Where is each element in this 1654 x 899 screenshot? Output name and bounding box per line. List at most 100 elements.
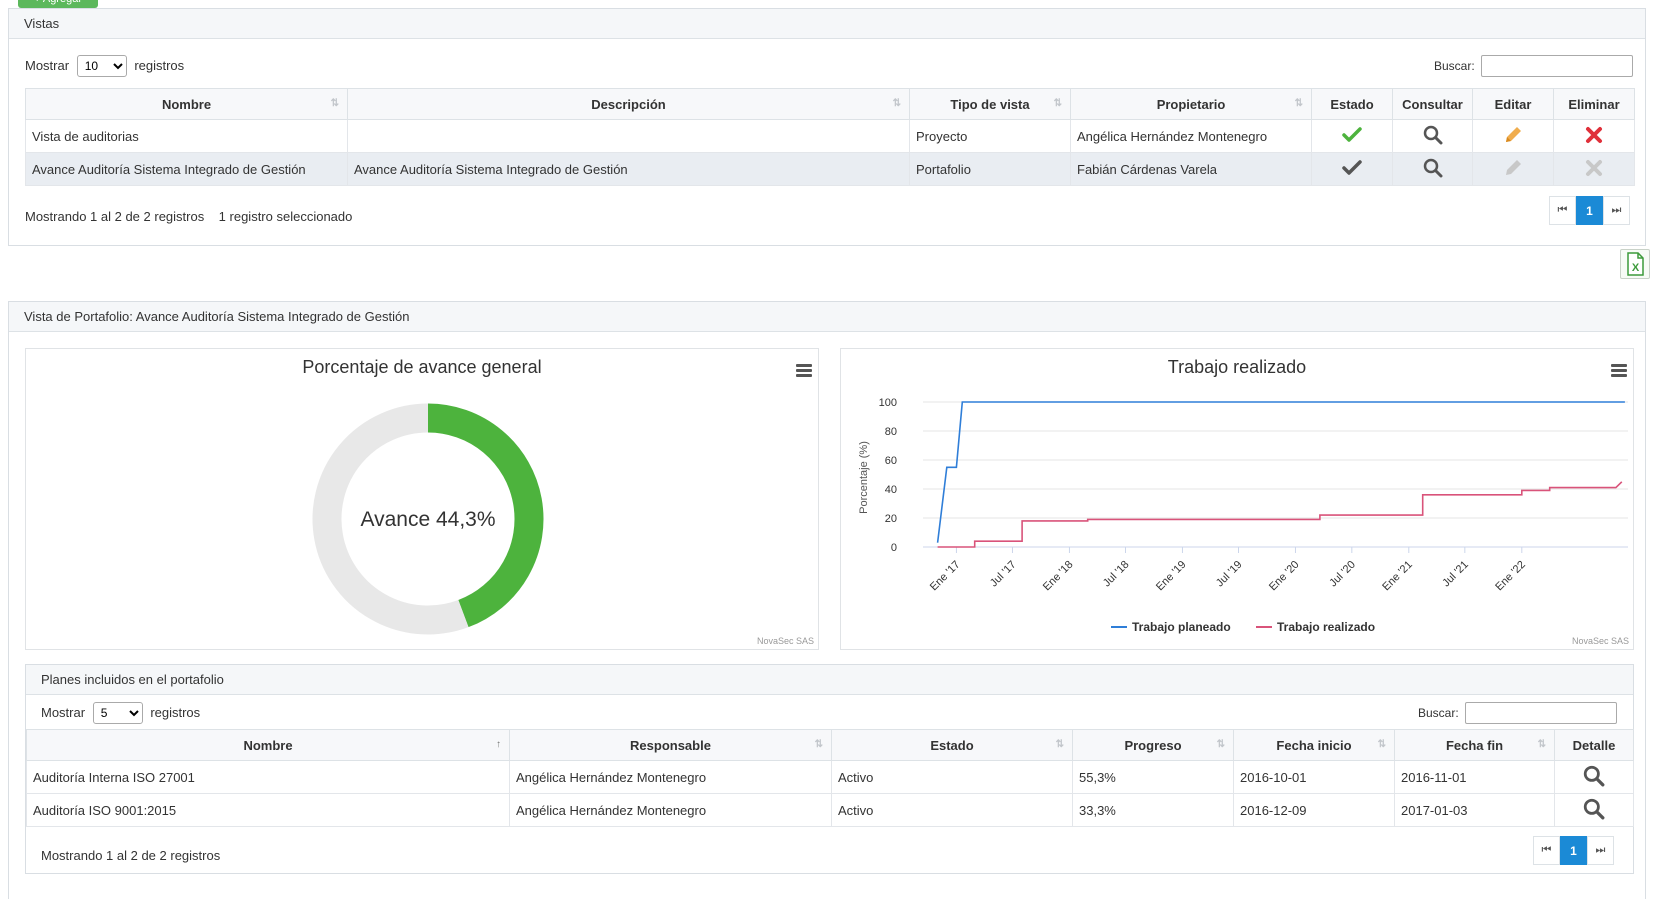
- col-fecha-fin[interactable]: Fecha fin ⇅: [1394, 729, 1555, 761]
- x-tick-label: Jul '20: [1327, 559, 1358, 590]
- cell-propietario: Fabián Cárdenas Varela: [1070, 152, 1312, 186]
- search-icon[interactable]: [1423, 125, 1443, 145]
- legend-label: Trabajo realizado: [1277, 620, 1375, 634]
- cell-nombre: Auditoría ISO 9001:2015: [26, 793, 510, 827]
- views-info: Mostrando 1 al 2 de 2 registros 1 regist…: [25, 209, 353, 224]
- y-tick-label: 80: [885, 426, 897, 438]
- cell-fecha-fin: 2017-01-03: [1394, 793, 1555, 827]
- search-icon[interactable]: [1583, 798, 1605, 820]
- col-propietario[interactable]: Propietario ⇅: [1070, 88, 1312, 120]
- last-page-icon[interactable]: ⏭: [1587, 836, 1614, 865]
- line-svg: 0 20 40 60 80 100 Ene '17 Jul '17 Ene '18 Jul '18…: [858, 397, 1628, 634]
- show-label: Mostrar: [41, 705, 86, 720]
- y-tick-label: 60: [885, 455, 897, 467]
- y-axis-label: Porcentaje (%): [858, 441, 870, 514]
- page-button[interactable]: 1: [1560, 836, 1587, 865]
- cell-nombre: Vista de auditorias: [25, 119, 348, 153]
- delete-icon[interactable]: [1585, 126, 1603, 144]
- x-tick-label: Jul '17: [988, 559, 1019, 590]
- col-eliminar: Eliminar: [1553, 88, 1635, 120]
- x-tick-label: Ene '21: [1380, 559, 1415, 594]
- col-detalle: Detalle: [1554, 729, 1634, 761]
- records-label: registros: [150, 705, 201, 720]
- table-row[interactable]: Auditoría Interna ISO 27001 Angélica Her…: [26, 760, 1634, 794]
- first-page-icon[interactable]: ⏮: [1533, 836, 1560, 865]
- views-page-size-select[interactable]: 10: [76, 55, 127, 77]
- check-icon[interactable]: [1342, 126, 1362, 143]
- cell-nombre: Auditoría Interna ISO 27001: [26, 760, 510, 794]
- pencil-icon[interactable]: [1503, 125, 1523, 145]
- search-label: Buscar:: [1434, 59, 1475, 73]
- first-page-icon[interactable]: ⏮: [1549, 196, 1576, 225]
- chart-credits: NovaSec SAS: [1571, 636, 1629, 646]
- table-row[interactable]: Vista de auditorias Proyecto Angélica He…: [25, 119, 1635, 153]
- page-button[interactable]: 1: [1576, 196, 1603, 225]
- search-icon[interactable]: [1423, 158, 1443, 178]
- excel-export-button[interactable]: X: [1620, 249, 1650, 279]
- plans-panel-title: Planes incluidos en el portafolio: [26, 665, 1633, 695]
- col-estado[interactable]: Estado ⇅: [831, 729, 1073, 761]
- views-panel-title: Vistas: [9, 9, 1645, 39]
- x-tick-label: Jul '21: [1440, 559, 1471, 590]
- svg-text:X: X: [1632, 262, 1640, 274]
- col-progreso[interactable]: Progreso ⇅: [1072, 729, 1234, 761]
- y-tick-label: 100: [879, 397, 897, 409]
- views-search-input[interactable]: [1480, 55, 1633, 77]
- col-tipo-vista[interactable]: Tipo de vista ⇅: [909, 88, 1071, 120]
- excel-icon: X: [1627, 252, 1644, 276]
- col-descripcion[interactable]: Descripción ⇅: [347, 88, 910, 120]
- series-line-trabajo-realizado[interactable]: [937, 481, 1623, 548]
- views-pagination: ⏮ 1 ⏭: [1549, 196, 1630, 225]
- cell-fecha-inicio: 2016-10-01: [1233, 760, 1395, 794]
- legend-label: Trabajo planeado: [1132, 620, 1231, 634]
- selected-info: 1 registro seleccionado: [218, 209, 353, 224]
- cell-progreso: 55,3%: [1072, 760, 1234, 794]
- col-estado: Estado: [1311, 88, 1393, 120]
- cell-tipo: Proyecto: [909, 119, 1071, 153]
- cell-estado: Activo: [831, 793, 1073, 827]
- y-tick-label: 20: [885, 513, 897, 525]
- table-row[interactable]: Auditoría ISO 9001:2015 Angélica Hernánd…: [26, 793, 1634, 827]
- add-button[interactable]: + Agregar: [18, 0, 98, 8]
- col-nombre[interactable]: Nombre ↑: [26, 729, 510, 761]
- records-label: registros: [134, 58, 185, 73]
- plans-page-size-select[interactable]: 5: [92, 702, 143, 724]
- cell-estado: Activo: [831, 760, 1073, 794]
- show-label: Mostrar: [25, 58, 70, 73]
- search-icon[interactable]: [1583, 765, 1605, 787]
- cell-responsable: Angélica Hernández Montenegro: [509, 760, 832, 794]
- col-consultar: Consultar: [1392, 88, 1473, 120]
- table-row[interactable]: Avance Auditoría Sistema Integrado de Ge…: [25, 152, 1635, 186]
- plans-search-input[interactable]: [1464, 702, 1617, 724]
- col-responsable[interactable]: Responsable ⇅: [509, 729, 832, 761]
- views-search: Buscar:: [1434, 55, 1633, 77]
- cell-descripcion: [347, 119, 910, 153]
- x-tick-label: Ene '19: [1154, 559, 1189, 594]
- x-tick-label: Ene '18: [1041, 559, 1076, 594]
- y-tick-label: 0: [891, 542, 897, 554]
- x-tick-label: Jul '18: [1101, 559, 1132, 590]
- x-tick-label: Ene '17: [928, 559, 963, 594]
- portfolio-panel-title: Vista de Portafolio: Avance Auditoría Si…: [9, 302, 1645, 332]
- views-length-control: Mostrar 10 registros: [25, 55, 184, 77]
- cell-propietario: Angélica Hernández Montenegro: [1070, 119, 1312, 153]
- plans-table: Nombre ↑ Responsable ⇅ Estado ⇅ Progreso ⇅ F…: [26, 729, 1634, 827]
- cell-progreso: 33,3%: [1072, 793, 1234, 827]
- plans-search: Buscar:: [1418, 702, 1617, 724]
- chart-credits: NovaSec SAS: [756, 636, 814, 646]
- col-fecha-inicio[interactable]: Fecha inicio ⇅: [1233, 729, 1395, 761]
- x-tick-label: Ene '20: [1267, 559, 1302, 594]
- col-editar: Editar: [1472, 88, 1554, 120]
- donut-center-label: Avance 44,3%: [360, 508, 495, 531]
- work-line-chart: Trabajo realizado 0 20 40 60 80 100 Ene '17 Jul…: [840, 348, 1634, 650]
- col-nombre[interactable]: Nombre ⇅: [25, 88, 348, 120]
- plans-pagination: ⏮ 1 ⏭: [1533, 836, 1614, 865]
- cell-nombre: Avance Auditoría Sistema Integrado de Ge…: [25, 152, 348, 186]
- donut-svg: Avance 44,3%: [312, 403, 544, 635]
- last-page-icon[interactable]: ⏭: [1603, 196, 1630, 225]
- legend-item[interactable]: Trabajo planeado: [1111, 620, 1231, 634]
- x-tick-label: Ene '22: [1493, 559, 1528, 594]
- views-table: Nombre ⇅ Descripción ⇅ Tipo de vista ⇅ Prop…: [25, 88, 1635, 186]
- cell-fecha-fin: 2016-11-01: [1394, 760, 1555, 794]
- legend-item[interactable]: Trabajo realizado: [1256, 620, 1375, 634]
